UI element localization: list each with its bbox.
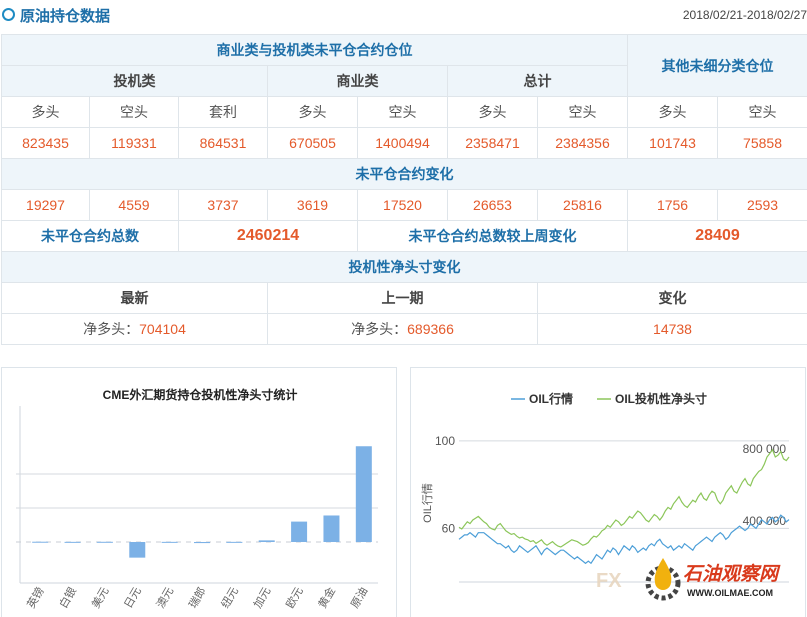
net-col-change: 变化 (536, 282, 807, 314)
pos-other-long: 101743 (627, 127, 719, 159)
bar-美元 (96, 541, 113, 543)
chg-other-short: 2593 (717, 189, 807, 221)
group-spec: 投机类 (1, 65, 268, 97)
net-latest-value: 704104 (139, 321, 186, 337)
pos-comm-long: 670505 (267, 127, 358, 159)
bar-chart: CME外汇期货持仓投机性净头寸统计 英镑 白银 美元 日元 澳元 瑞郎 纽元 加元 欧元 黄金 原油 (16, 387, 378, 611)
pos-other-short: 75858 (717, 127, 807, 159)
positions-table: 商业类与投机类未平仓合约仓位 其他未细分类仓位 投机类 商业类 总计 多头 空头… (0, 34, 807, 345)
bar-category-label: 日元 (122, 585, 144, 611)
net-latest-cell: 净多头：704104 (1, 313, 268, 345)
pos-total-long: 2358471 (447, 127, 538, 159)
net-prev-value: 689366 (407, 321, 454, 337)
line-chart-panel: OIL行情 OIL投机性净头寸 100 60 800 000 400 000 OIL行情… (410, 367, 806, 617)
pos-spec-long: 823435 (1, 127, 90, 159)
bar-category-label: 原油 (347, 585, 370, 611)
col-comm-short: 空头 (357, 96, 448, 128)
col-other-short: 空头 (717, 96, 807, 128)
bar-澳元 (161, 541, 178, 543)
net-prev-label: 净多头： (351, 321, 408, 337)
bar-纽元 (226, 541, 243, 543)
series-line (458, 514, 790, 565)
watermark-cn: 石油观察网 (683, 563, 781, 585)
bar-category-label: 欧元 (283, 585, 305, 611)
group-total: 总计 (446, 65, 629, 97)
bar-category-label: 澳元 (154, 585, 176, 611)
section-other: 其他未细分类仓位 (627, 34, 807, 97)
bar-chart-panel: CME外汇期货持仓投机性净头寸统计 英镑 白银 美元 日元 澳元 瑞郎 纽元 加元 欧元 黄金 原油 (1, 367, 397, 617)
y-left-tick: 60 (442, 521, 456, 535)
bar-欧元 (291, 521, 308, 542)
net-col-prev: 上一期 (267, 282, 538, 314)
bar-黄金 (323, 515, 340, 542)
oil-drop-gear-icon (645, 558, 681, 601)
date-range: 2018/02/21-2018/02/27 (682, 8, 807, 22)
chg-comm-long: 3619 (267, 189, 358, 221)
chg-total-long: 26653 (447, 189, 538, 221)
chg-total-short: 25816 (536, 189, 629, 221)
section-change: 未平仓合约变化 (0, 158, 807, 190)
bar-英镑 (32, 541, 49, 543)
oi-total-value: 2460214 (178, 220, 358, 252)
oi-change-label: 未平仓合约总数较上周变化 (356, 220, 629, 252)
oi-change-value: 28409 (627, 220, 807, 252)
legend-label[interactable]: OIL投机性净头寸 (615, 391, 707, 406)
chg-comm-short: 17520 (357, 189, 448, 221)
section-net: 投机性净头寸变化 (0, 251, 807, 283)
chg-spec-short: 4559 (89, 189, 179, 221)
col-comm-long: 多头 (267, 96, 358, 128)
pos-spec-short: 119331 (89, 127, 179, 159)
title-bullet-icon (2, 8, 15, 21)
y-left-tick: 100 (435, 434, 455, 448)
line-chart: OIL行情 OIL投机性净头寸 10060800 000400 000 OIL行情… (421, 391, 790, 601)
net-latest-label: 净多头： (83, 321, 140, 337)
bar-category-label: 白银 (56, 585, 79, 611)
bar-瑞郎 (194, 542, 210, 544)
col-total-short: 空头 (536, 96, 629, 128)
net-change-value: 14738 (536, 313, 807, 345)
bar-category-label: 加元 (251, 585, 273, 611)
bar-category-label: 黄金 (315, 585, 338, 611)
section-noncommercial: 商业类与投机类未平仓合约仓位 (0, 34, 629, 66)
page-header: 原油持仓数据 2018/02/21-2018/02/27 (0, 0, 807, 34)
chg-spec-spread: 3737 (178, 189, 268, 221)
col-spec-short: 空头 (89, 96, 179, 128)
y-axis-left-label: OIL行情 (421, 483, 434, 523)
bar-category-label: 美元 (89, 585, 111, 611)
page-title: 原油持仓数据 (20, 8, 111, 25)
watermark-en: WWW.OILMAE.COM (687, 588, 773, 598)
bar-category-label: 瑞郎 (185, 585, 208, 611)
bar-category-label: 英镑 (24, 585, 47, 611)
pos-spec-spread: 864531 (178, 127, 268, 159)
legend-label[interactable]: OIL行情 (529, 391, 573, 406)
watermark: FX 石油观察网 WWW.OILMAE.COM (596, 558, 781, 601)
net-prev-cell: 净多头：689366 (267, 313, 538, 345)
pos-comm-short: 1400494 (357, 127, 448, 159)
net-col-latest: 最新 (1, 282, 268, 314)
bar-加元 (258, 540, 275, 542)
bar-原油 (355, 446, 372, 542)
bar-chart-title: CME外汇期货持仓投机性净头寸统计 (103, 387, 298, 402)
series-line (458, 448, 790, 548)
col-spec-spread: 套利 (178, 96, 268, 128)
pos-total-short: 2384356 (536, 127, 629, 159)
group-comm: 商业类 (267, 65, 448, 97)
watermark-faded: FX (596, 570, 622, 592)
chg-other-long: 1756 (627, 189, 719, 221)
bar-category-label: 纽元 (218, 585, 241, 611)
bar-日元 (129, 542, 146, 558)
col-other-long: 多头 (627, 96, 719, 128)
col-total-long: 多头 (447, 96, 538, 128)
oi-total-label: 未平仓合约总数 (1, 220, 179, 252)
chg-spec-long: 19297 (1, 189, 90, 221)
col-spec-long: 多头 (1, 96, 90, 128)
bar-白银 (64, 541, 81, 543)
